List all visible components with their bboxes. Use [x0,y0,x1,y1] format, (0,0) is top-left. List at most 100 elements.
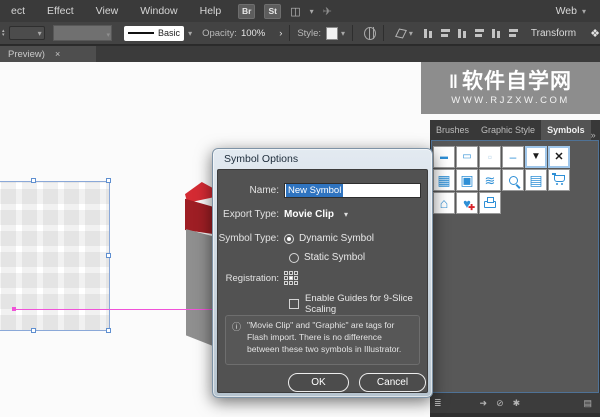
radio-dynamic-label: Dynamic Symbol [299,233,374,244]
selection-handle-top-right[interactable] [106,178,111,183]
selection-handle-right[interactable] [106,253,111,258]
document-tab-strip: Preview) × [0,46,600,62]
chevron-down-icon: ▾ [107,31,111,39]
stroke-style-dropdown[interactable]: Basic [124,26,184,41]
registration-point[interactable] [289,271,293,275]
print-symbol[interactable] [479,192,501,214]
guide-line[interactable] [14,309,214,310]
symbol-options-icon[interactable]: ✱ [513,398,521,409]
name-input[interactable]: New Symbol [284,183,421,198]
shape-properties-icon[interactable] [395,28,407,38]
registration-point[interactable] [294,271,298,275]
close-symbol[interactable]: ✕ [548,146,570,168]
chevron-down-icon[interactable]: ▾ [310,7,314,16]
stock-button[interactable]: St [264,4,281,19]
guide-handle[interactable] [12,307,16,311]
box-gray-body[interactable] [186,228,213,346]
close-icon[interactable]: × [55,49,60,59]
selection-handle-bottom[interactable] [31,328,36,333]
separator [383,25,384,41]
registration-grid[interactable] [284,271,298,285]
radio-static-symbol[interactable] [289,253,299,263]
scrollbar-symbol[interactable]: ▬ [433,146,455,168]
chevron-down-icon[interactable]: ▾ [341,29,345,38]
distribute-top-icon[interactable] [474,28,485,39]
registration-point[interactable] [289,281,293,285]
place-symbol-instance-icon[interactable]: ➜ [480,398,488,409]
align-center-icon[interactable] [440,28,451,39]
opacity-value[interactable]: 100% [241,28,265,39]
registration-point[interactable] [294,281,298,285]
symbol-type-row: Symbol Type: Dynamic Symbol [218,233,421,244]
arrange-documents-icon[interactable]: ◫ [290,5,300,18]
recolor-artwork-icon[interactable] [364,27,376,40]
fill-color-swatch[interactable]: ▾ [53,25,112,41]
stepper-down-icon[interactable]: ▾ [2,33,5,38]
printer-icon [484,201,496,208]
registration-point[interactable] [284,271,288,275]
menu-item-effect[interactable]: Effect [36,0,85,22]
distribute-bottom-icon[interactable] [508,28,519,39]
panel-symbol[interactable]: ▫ [479,146,501,168]
magnifier-icon [509,176,518,185]
menu-item-select[interactable]: ect [0,0,36,22]
watermark-url: WWW.RJZXW.COM [451,95,570,106]
bridge-button[interactable]: Br [238,4,255,19]
align-left-icon[interactable] [423,28,434,39]
button-symbol[interactable]: ▭ [456,146,478,168]
panel-overflow-icon[interactable]: » [591,130,596,140]
chevron-down-icon: ▾ [582,7,586,16]
registration-point[interactable] [294,276,298,280]
nine-slice-checkbox[interactable] [289,299,299,309]
chevron-down-icon[interactable]: ▾ [409,29,413,38]
separator [289,25,290,41]
ok-button[interactable]: OK [288,373,349,392]
favorites-symbol[interactable]: ♥ ✚ [456,192,478,214]
menu-item-help[interactable]: Help [189,0,233,22]
symbol-libraries-menu-icon[interactable]: ≣ [430,398,446,409]
menu-item-window[interactable]: Window [129,0,188,22]
cancel-button[interactable]: Cancel [359,373,426,392]
registration-label: Registration: [218,273,284,284]
dialog-body: Name: New Symbol Export Type: Movie Clip… [217,169,428,393]
panel-tab-bar: Brushes Graphic Style Symbols » ≡ [430,120,600,140]
registration-point-selected[interactable] [289,276,293,280]
style-swatch[interactable] [326,27,338,40]
registration-point[interactable] [284,276,288,280]
tab-symbols[interactable]: Symbols [541,120,591,140]
export-type-dropdown[interactable]: Movie Clip [284,209,334,220]
menu-item-view[interactable]: View [85,0,130,22]
workspace-switcher[interactable]: Web ▾ [556,0,586,22]
align-right-icon[interactable] [457,28,468,39]
gpu-performance-icon[interactable]: ✈ [323,5,332,18]
break-link-icon[interactable]: ⊘ [496,398,504,409]
tiles-icon[interactable]: ❖ [590,27,600,40]
chevron-down-icon[interactable]: ▾ [188,29,192,38]
calendar-symbol[interactable]: ▦ [433,169,455,191]
cart-symbol[interactable] [548,169,570,191]
tab-graphic-styles[interactable]: Graphic Style [475,120,541,140]
dropdown-arrow-symbol[interactable]: ▼ [525,146,547,168]
home-symbol[interactable]: ⌂ [433,192,455,214]
registration-point[interactable] [284,281,288,285]
rss-symbol[interactable]: ≋ [479,169,501,191]
selection-handle-top[interactable] [31,178,36,183]
screen-symbol[interactable]: ▣ [456,169,478,191]
slider-symbol[interactable]: – [502,146,524,168]
new-symbol-icon[interactable]: ▤ [583,398,600,409]
distribute-center-icon[interactable] [491,28,502,39]
tab-brushes[interactable]: Brushes [430,120,475,140]
name-label: Name: [218,185,284,196]
value-stepper[interactable]: ▴ ▾ [2,29,5,38]
document-tab[interactable]: Preview) × [0,46,96,62]
chevron-right-icon[interactable]: › [279,28,282,39]
search-symbol[interactable] [502,169,524,191]
symbols-grid: ▬ ▭ ▫ – ▼ ✕ ▦ ▣ ≋ ▤ ⌂ ♥ ✚ [433,146,570,214]
radio-dynamic-symbol[interactable] [284,234,294,244]
selection-handle-bottom-right[interactable] [106,328,111,333]
watermark-title: ‖ 软件自学网 [449,71,572,93]
card-symbol[interactable]: ▤ [525,169,547,191]
transform-link[interactable]: Transform [531,28,576,39]
preset-dropdown[interactable]: ▾ [9,26,45,40]
name-input-value: New Symbol [286,184,343,197]
